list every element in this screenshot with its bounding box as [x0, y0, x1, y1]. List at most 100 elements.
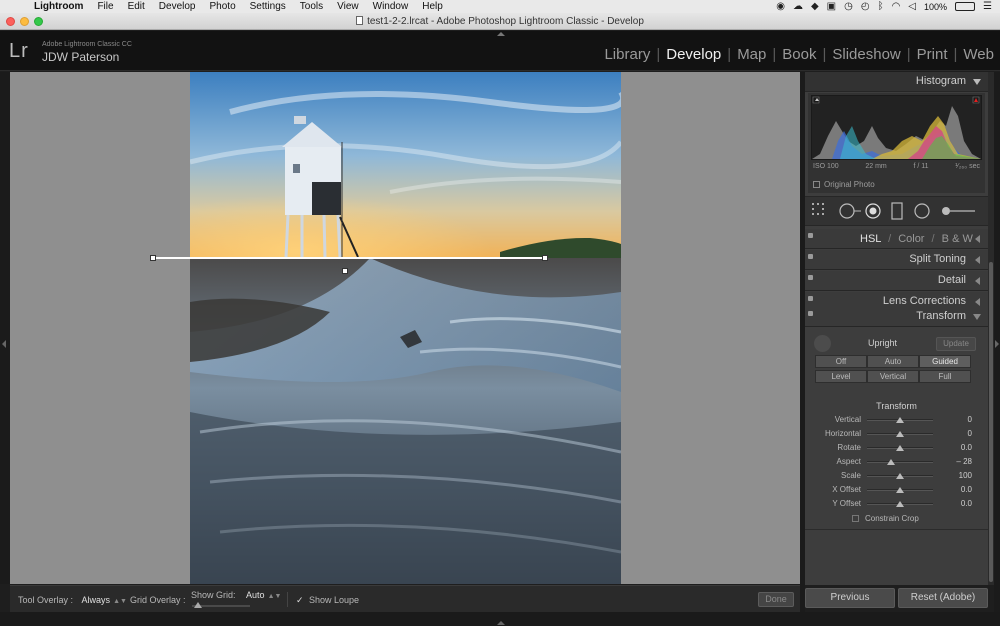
module-book[interactable]: Book — [776, 46, 822, 63]
guide-handle-right[interactable] — [542, 255, 548, 261]
upright-guide-line[interactable] — [153, 257, 546, 259]
red-eye-tool-icon[interactable] — [865, 203, 881, 224]
upright-off-button[interactable]: Off — [815, 355, 867, 368]
tool-overlay-select[interactable]: Always — [82, 595, 111, 605]
slider-value[interactable]: – 28 — [956, 457, 972, 466]
slider-value[interactable]: 100 — [959, 471, 972, 480]
spot-removal-tool-icon[interactable] — [839, 203, 861, 224]
bluetooth-icon[interactable]: ᛒ — [878, 1, 884, 12]
creative-cloud-icon[interactable]: ◉ — [776, 1, 785, 12]
histogram-graph[interactable] — [811, 95, 982, 160]
upright-auto-button[interactable]: Auto — [867, 355, 919, 368]
menu-tools[interactable]: Tools — [300, 1, 323, 12]
module-library[interactable]: Library — [598, 46, 656, 63]
detail-header[interactable]: Detail — [805, 271, 988, 291]
show-grid-select[interactable]: Auto — [246, 590, 265, 600]
left-panel-toggle-icon[interactable] — [2, 340, 6, 348]
menu-window[interactable]: Window — [373, 1, 409, 12]
module-web[interactable]: Web — [957, 46, 1000, 63]
slider-track[interactable] — [867, 461, 933, 463]
panel-switch-icon[interactable] — [808, 275, 813, 280]
top-panel-toggle-icon[interactable] — [497, 32, 505, 36]
radial-filter-tool-icon[interactable] — [914, 203, 930, 224]
filmstrip-toggle-icon[interactable] — [497, 621, 505, 625]
split-toning-header[interactable]: Split Toning — [805, 250, 988, 270]
module-print[interactable]: Print — [911, 46, 954, 63]
image-canvas[interactable] — [10, 72, 800, 584]
module-slideshow[interactable]: Slideshow — [826, 46, 906, 63]
upright-guided-button[interactable]: Guided — [919, 355, 971, 368]
time-machine-icon[interactable]: ◴ — [861, 1, 870, 12]
slider-knob[interactable] — [896, 487, 904, 493]
transform-header[interactable]: Transform — [805, 307, 988, 327]
grid-size-slider-knob[interactable] — [194, 602, 202, 608]
slider-knob[interactable] — [896, 473, 904, 479]
panel-switch-icon[interactable] — [808, 233, 813, 238]
show-loupe-control[interactable]: ✓ Show Loupe — [296, 595, 359, 605]
module-develop[interactable]: Develop — [660, 46, 727, 63]
menu-edit[interactable]: Edit — [128, 1, 145, 12]
done-button[interactable]: Done — [758, 592, 794, 607]
hsl-header[interactable]: HSL / Color / B & W — [805, 229, 988, 249]
menu-extras-icon[interactable]: ☰ — [983, 1, 992, 12]
slider-value[interactable]: 0.0 — [961, 485, 972, 494]
graduated-filter-tool-icon[interactable] — [891, 202, 903, 225]
reset-button[interactable]: Reset (Adobe) — [898, 588, 988, 608]
module-map[interactable]: Map — [731, 46, 772, 63]
constrain-crop-toggle[interactable]: Constrain Crop — [852, 514, 919, 523]
histogram-header[interactable]: Histogram — [805, 72, 988, 92]
collapse-triangle-icon[interactable] — [973, 314, 981, 320]
right-panel-toggle-icon[interactable] — [995, 340, 999, 348]
menu-app-name[interactable]: Lightroom — [34, 1, 83, 12]
tool-overlay-control[interactable]: Tool Overlay : Always ▲▼ — [18, 595, 127, 605]
upright-level-button[interactable]: Level — [815, 370, 867, 383]
expand-triangle-icon[interactable] — [975, 277, 980, 285]
slider-knob[interactable] — [896, 431, 904, 437]
battery-icon[interactable] — [955, 2, 976, 11]
show-grid-control[interactable]: Show Grid: Auto ▲▼ — [191, 590, 281, 600]
cloud-icon[interactable]: ☁ — [793, 1, 803, 12]
slider-knob[interactable] — [896, 417, 904, 423]
photo-preview[interactable] — [190, 72, 621, 584]
wifi-icon[interactable]: ◠ — [892, 1, 901, 12]
stopwatch-icon[interactable]: ◷ — [844, 1, 853, 12]
battery-percent[interactable]: 100% — [924, 2, 947, 12]
panel-switch-icon[interactable] — [808, 254, 813, 259]
guide-handle-loupe[interactable] — [342, 268, 348, 274]
menu-help[interactable]: Help — [422, 1, 443, 12]
menu-develop[interactable]: Develop — [159, 1, 196, 12]
menu-file[interactable]: File — [97, 1, 113, 12]
hsl-tab[interactable]: HSL — [860, 233, 881, 245]
adjustment-brush-tool-icon[interactable] — [939, 203, 975, 224]
slider-value[interactable]: 0 — [968, 415, 972, 424]
panel-switch-icon[interactable] — [808, 311, 813, 316]
original-photo-checkbox[interactable] — [813, 181, 820, 188]
slider-knob[interactable] — [896, 445, 904, 451]
expand-triangle-icon[interactable] — [975, 298, 980, 306]
menu-view[interactable]: View — [337, 1, 359, 12]
lock-icon[interactable]: ▣ — [827, 1, 836, 12]
original-photo-toggle[interactable]: Original Photo — [813, 180, 875, 189]
upright-update-button[interactable]: Update — [936, 337, 976, 351]
volume-icon[interactable]: ◁ — [908, 1, 916, 12]
menu-settings[interactable]: Settings — [250, 1, 286, 12]
slider-value[interactable]: 0 — [968, 429, 972, 438]
color-tab[interactable]: Color — [898, 233, 924, 245]
guide-handle-left[interactable] — [150, 255, 156, 261]
bw-tab[interactable]: B & W — [942, 233, 973, 245]
constrain-crop-checkbox[interactable] — [852, 515, 859, 522]
menu-photo[interactable]: Photo — [210, 1, 236, 12]
collapse-triangle-icon[interactable] — [973, 79, 981, 85]
crop-overlay-tool-icon[interactable] — [812, 203, 830, 224]
dropbox-icon[interactable]: ◆ — [811, 1, 819, 12]
slider-knob[interactable] — [886, 459, 895, 465]
right-panel-scroll-thumb[interactable] — [989, 262, 993, 582]
show-loupe-checkbox[interactable]: ✓ — [296, 595, 305, 605]
slider-value[interactable]: 0.0 — [961, 499, 972, 508]
expand-triangle-icon[interactable] — [975, 256, 980, 264]
previous-button[interactable]: Previous — [805, 588, 895, 608]
upright-full-button[interactable]: Full — [919, 370, 971, 383]
slider-knob[interactable] — [896, 501, 904, 507]
expand-triangle-icon[interactable] — [975, 235, 980, 243]
slider-value[interactable]: 0.0 — [961, 443, 972, 452]
